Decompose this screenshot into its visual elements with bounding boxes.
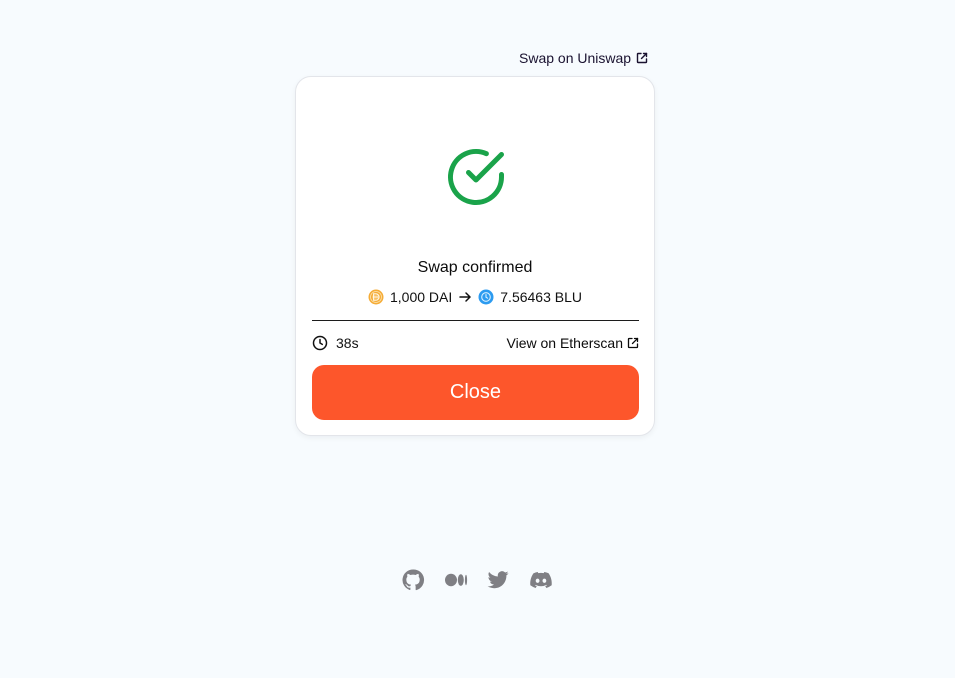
from-amount: 1,000 DAI [390,289,453,305]
github-link[interactable] [392,567,435,593]
page: Swap on Uniswap Swap confirmed 1,000 DAI [0,0,955,678]
external-link-icon [627,337,639,349]
close-button[interactable]: Close [312,365,639,420]
swap-summary: 1,000 DAI 7.56463 BLU [296,289,654,305]
twitter-icon [487,571,509,589]
view-on-etherscan-link[interactable]: View on Etherscan [507,335,639,351]
divider [312,320,639,321]
social-links [392,567,562,593]
github-icon [402,569,425,591]
arrow-right-icon [459,292,472,302]
clock-icon [312,335,328,351]
medium-icon [444,573,467,587]
elapsed-time-value: 38s [336,335,359,351]
elapsed-time: 38s [312,335,359,351]
view-on-etherscan-label: View on Etherscan [506,335,623,351]
discord-link[interactable] [520,567,563,593]
external-link-icon [636,52,648,64]
swap-confirmation-card: Swap confirmed 1,000 DAI 7.56463 BLU 38s… [295,76,655,436]
dai-token-icon [368,289,384,305]
blu-token-icon [478,289,494,305]
medium-link[interactable] [435,567,478,593]
to-amount: 7.56463 BLU [500,289,582,305]
discord-icon [529,572,552,588]
modal-title: Swap confirmed [417,259,533,276]
twitter-link[interactable] [477,567,520,593]
check-circle-icon [448,149,504,205]
swap-on-uniswap-label: Swap on Uniswap [519,50,632,66]
transaction-meta: 38s View on Etherscan [312,333,639,353]
swap-on-uniswap-link[interactable]: Swap on Uniswap [519,48,648,68]
